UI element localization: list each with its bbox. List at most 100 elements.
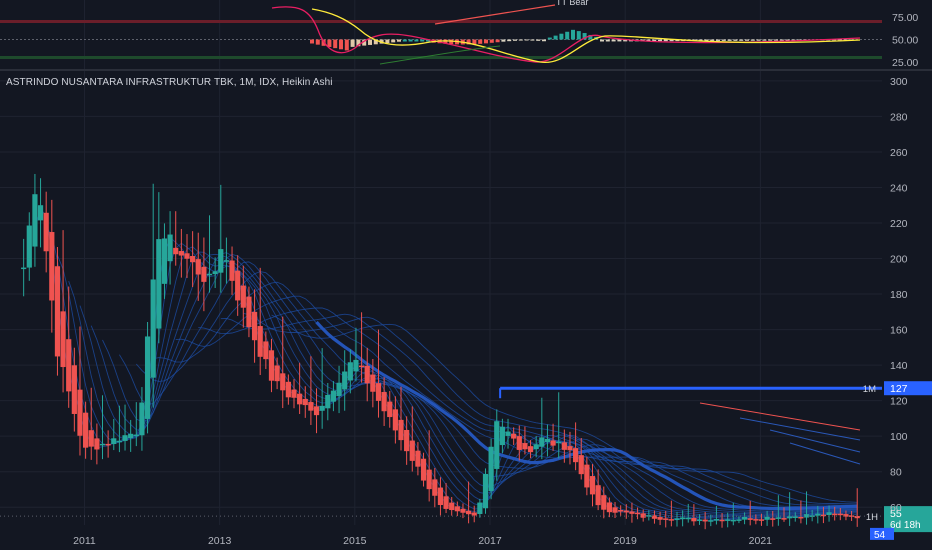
osc-hist-bar: [385, 39, 390, 44]
candle-body: [505, 431, 511, 436]
candle-body: [144, 336, 151, 419]
projection-line: [789, 442, 861, 465]
osc-hist-bar: [611, 39, 616, 42]
candle-body: [212, 271, 218, 275]
candle-body: [713, 519, 720, 521]
candle-body: [99, 443, 106, 446]
candle-body: [758, 519, 765, 521]
candle-body: [150, 279, 156, 378]
candle-body: [668, 519, 674, 521]
projection-line: [769, 429, 861, 453]
y-tick-label: 220: [890, 218, 908, 230]
candle-body: [764, 516, 770, 520]
candle-body: [584, 464, 590, 488]
candle-body: [66, 339, 72, 392]
candle-body: [122, 435, 128, 441]
ma-line: [175, 295, 858, 509]
candle-body: [449, 502, 455, 511]
candle-body: [663, 518, 669, 520]
osc-hist-bar: [501, 39, 506, 42]
candle-body: [533, 444, 539, 450]
ma-line: [198, 307, 858, 508]
x-tick-label: 2017: [478, 535, 502, 547]
osc-hist-bar: [739, 39, 744, 41]
y-tick-label: 180: [890, 289, 908, 301]
osc-hist-bar: [559, 33, 564, 40]
osc-hist-bar: [339, 39, 343, 50]
osc-hist-bar: [530, 39, 535, 41]
candle-body: [235, 270, 241, 301]
osc-hist-bar: [408, 39, 413, 42]
candle-body: [167, 234, 173, 262]
candle-body: [201, 266, 207, 282]
osc-hist-bar: [489, 39, 494, 43]
candle-body: [465, 510, 472, 515]
candle-body: [601, 495, 607, 510]
ma-line: [90, 252, 858, 515]
candle-body: [302, 399, 308, 406]
osc-hist-bar: [727, 39, 732, 41]
candle-body: [409, 440, 415, 461]
candle-body: [595, 485, 601, 506]
candle-body: [77, 389, 83, 436]
candle-body: [358, 365, 365, 368]
projection-line: [739, 417, 861, 441]
candle-body: [297, 393, 303, 405]
candle-body: [674, 518, 680, 520]
candle-body: [325, 394, 331, 409]
osc-hist-bar: [553, 35, 558, 40]
osc-hist-bar: [762, 39, 767, 41]
osc-hist-bar: [310, 39, 314, 44]
candle-body: [342, 371, 348, 390]
candle-body: [696, 519, 703, 522]
candle-body: [685, 517, 691, 520]
candle-body: [848, 515, 855, 517]
osc-hist-bar: [344, 39, 349, 51]
candle-body: [437, 487, 444, 506]
candle-body: [482, 473, 489, 509]
candle-body: [499, 426, 505, 446]
candle-body: [691, 518, 697, 522]
osc-hist-bar: [402, 39, 407, 42]
candle-body: [488, 446, 494, 492]
y-tick-label: 260: [890, 147, 908, 159]
osc-hist-bar: [315, 39, 320, 45]
osc-tick-label: 50.00: [892, 35, 918, 47]
candle-body: [781, 518, 787, 520]
osc-hist-bar: [478, 39, 483, 44]
candle-body: [612, 507, 618, 513]
candle-body: [392, 409, 398, 431]
osc-hist-bar: [663, 39, 668, 42]
price-axis: 300 280 260 240 220 200 180 160 140 120 100 80 60: [890, 76, 908, 514]
candle-body: [702, 519, 708, 522]
candle-body: [787, 516, 793, 519]
osc-hist-bar: [733, 39, 738, 41]
candle-body: [111, 438, 117, 445]
candle-body: [471, 512, 477, 516]
candle-body: [730, 519, 736, 522]
candle-body: [854, 515, 860, 519]
candle-body: [178, 251, 184, 256]
candle-body: [494, 421, 500, 469]
candle-body: [725, 519, 731, 521]
osc-hist-bar: [449, 39, 454, 45]
candle-body: [32, 194, 38, 247]
osc-hist-bar: [768, 39, 773, 41]
candle-body: [826, 512, 832, 516]
y-tick-label: 80: [890, 467, 902, 479]
candle-body: [832, 513, 838, 516]
oscillator-pane: TT Bear 75.00 50.00 25.00: [0, 0, 918, 69]
candle-body: [274, 365, 280, 382]
x-tick-label: 2013: [208, 535, 232, 547]
osc-hist-bar: [518, 39, 523, 41]
osc-hist-bar: [391, 39, 396, 43]
candle-body: [330, 390, 337, 402]
candle-body: [556, 441, 562, 444]
candle-body: [578, 455, 584, 475]
candle-body: [26, 225, 32, 268]
candle-body: [792, 516, 798, 518]
candle-body: [516, 436, 522, 450]
osc-annotation: TT Bear: [556, 0, 588, 7]
candle-body: [375, 383, 382, 401]
osc-hist-bar: [779, 39, 784, 41]
